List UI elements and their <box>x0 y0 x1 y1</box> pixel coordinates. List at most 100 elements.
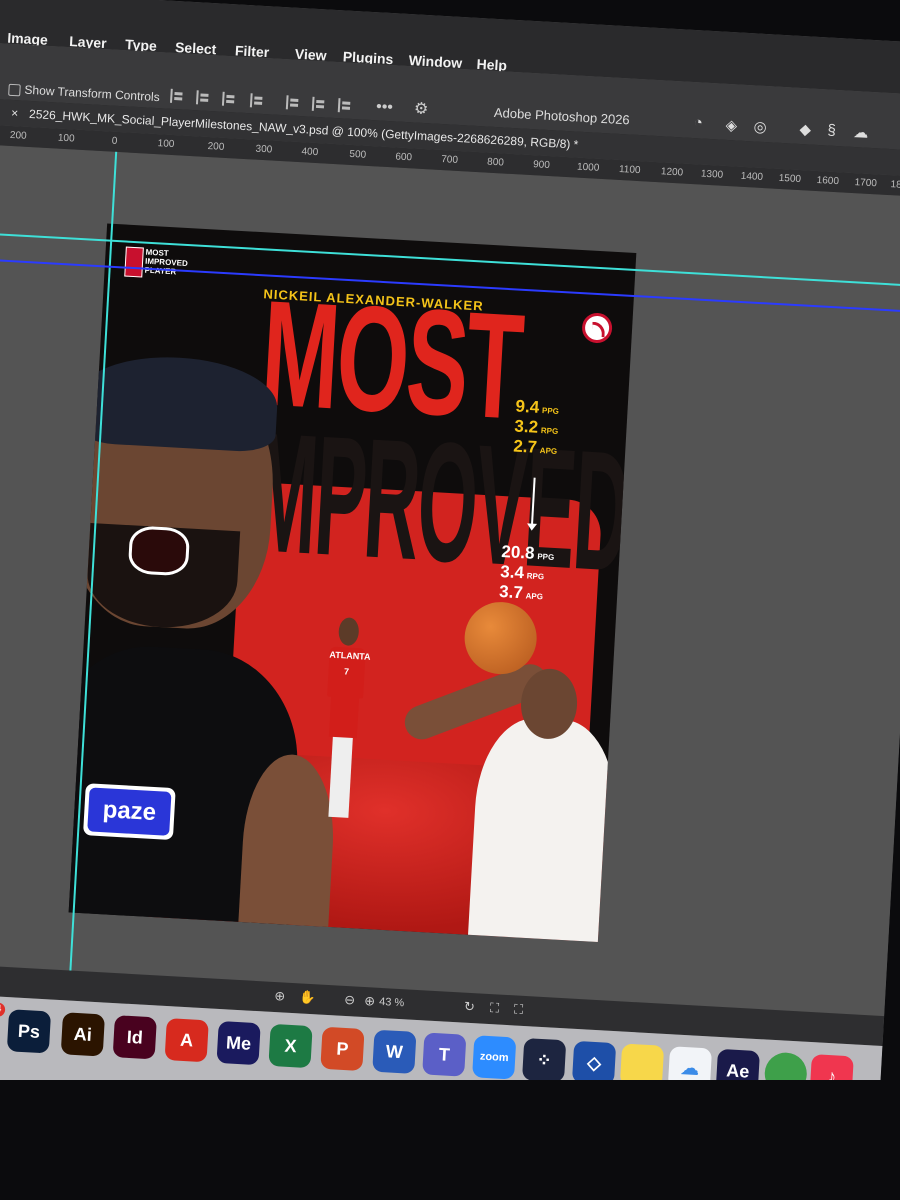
stat-before-rpg: 3.2 RPG <box>513 416 559 437</box>
standing-player-legs <box>328 736 353 818</box>
dock-excel-icon[interactable]: X <box>268 1023 313 1069</box>
artboard[interactable]: MOST IMPROVED PLAYER NICKEIL ALEXANDER-W… <box>68 223 637 942</box>
dock-icloud-label: ☁ <box>680 1057 700 1079</box>
dock-acrobat-icon[interactable]: A <box>164 1018 209 1063</box>
ruler-tick: 1700 <box>854 177 878 190</box>
ruler-tick: 0 <box>111 135 118 147</box>
align-top-icon[interactable] <box>285 95 301 111</box>
monitor: Image Layer Type Select Filter View Plug… <box>0 0 900 1080</box>
ruler-tick: 600 <box>395 151 413 164</box>
screen: Image Layer Type Select Filter View Plug… <box>0 0 900 1080</box>
align-center-icon[interactable] <box>195 90 211 106</box>
zoom-in-icon[interactable]: ⊕ <box>274 988 286 1005</box>
ruler-tick: 1500 <box>778 172 802 186</box>
ruler-tick: 100 <box>157 138 175 151</box>
standing-player-head <box>337 617 360 647</box>
app-title: Adobe Photoshop 2026 <box>493 104 631 128</box>
align-left-icon[interactable] <box>170 88 185 104</box>
stat-before-ppg: 9.4 PPG <box>515 396 560 417</box>
dock-launchpad-icon[interactable]: ⁘ <box>522 1038 567 1080</box>
hawks-logo-icon <box>581 312 613 344</box>
distribute-icon[interactable] <box>249 93 265 109</box>
dock-zoom-label: zoom <box>479 1050 509 1065</box>
canvas-area[interactable]: MOST IMPROVED PLAYER NICKEIL ALEXANDER-W… <box>0 143 900 1017</box>
shooter-jersey <box>467 715 621 942</box>
dock-teams-icon[interactable]: T <box>422 1032 467 1077</box>
dock-powerpoint-label: P <box>335 1038 350 1060</box>
dock-after-effects-label: Ae <box>725 1060 750 1080</box>
dock-photoshop-icon[interactable]: Ps <box>6 1009 52 1054</box>
dock-indesign-icon[interactable]: Id <box>112 1015 157 1060</box>
screen-mode-icon[interactable]: ⛶ <box>513 1001 524 1017</box>
ruler-tick: 800 <box>486 156 505 169</box>
ruler-tick: 1400 <box>740 170 764 183</box>
dock-word-icon[interactable]: W <box>372 1029 417 1074</box>
zoom-minus-icon[interactable]: ⊖ <box>344 992 356 1009</box>
close-icon[interactable]: × <box>11 106 19 120</box>
ruler-tick: 700 <box>440 154 459 166</box>
headline-improved: IMPROVED <box>229 396 633 608</box>
jersey-text: ATLANTA <box>329 649 371 662</box>
frame-icon[interactable]: ⛶ <box>490 1000 500 1016</box>
nba-logo-icon <box>124 246 144 278</box>
dock-launchpad-label: ⁘ <box>536 1049 553 1071</box>
ruler-tick: 300 <box>255 143 273 156</box>
dock-music-icon[interactable]: ♪ <box>809 1054 854 1080</box>
tray-s-icon[interactable]: § <box>827 122 836 139</box>
transform-checkbox[interactable] <box>8 83 21 97</box>
dock-word-label: W <box>385 1041 404 1063</box>
dock-zoom-icon[interactable]: zoom <box>472 1035 517 1080</box>
more-options-icon[interactable]: ••• <box>376 98 394 117</box>
dock-media-encoder-icon[interactable]: Me <box>216 1020 261 1066</box>
dock-indesign-label: Id <box>126 1026 144 1048</box>
gear-icon[interactable]: ⚙ <box>414 98 429 119</box>
tray-cloud-icon[interactable]: ☁ <box>853 123 869 142</box>
ruler-tick: 100 <box>57 132 75 145</box>
ruler-tick: 500 <box>349 148 367 161</box>
align-bottom-icon[interactable] <box>337 98 353 113</box>
stat-after-apg: 3.7 APG <box>498 581 544 603</box>
dock-powerpoint-icon[interactable]: P <box>320 1026 365 1072</box>
ruler-tick: 1800 <box>890 179 900 192</box>
tray-shield-icon[interactable]: ◆ <box>799 120 812 139</box>
stat-before-apg: 2.7 APG <box>512 436 558 457</box>
sponsor-text: paze <box>87 787 172 836</box>
sponsor-patch: paze <box>82 783 176 841</box>
standing-player-jersey: ATLANTA 7 <box>327 646 371 699</box>
ruler-tick: 200 <box>9 129 27 142</box>
zoom-plus-icon[interactable]: ⊕ <box>364 993 376 1010</box>
dock-illustrator-icon[interactable]: Ai <box>60 1012 106 1057</box>
dock-after-effects-icon[interactable]: Ae <box>715 1048 760 1080</box>
ruler-tick: 1600 <box>816 175 840 188</box>
tray-globe-icon[interactable]: ◎ <box>753 117 767 136</box>
dock-media-encoder-label: Me <box>225 1032 252 1054</box>
stat-after-rpg: 3.4 RPG <box>499 561 545 583</box>
player-durag <box>74 352 280 454</box>
dock-music-label: ♪ <box>826 1066 837 1080</box>
dock-icloud-icon[interactable]: ☁ <box>667 1046 713 1080</box>
zoom-level[interactable]: 43 % <box>379 996 405 1009</box>
dock-chrome-icon[interactable] <box>763 1051 808 1080</box>
ruler-tick: 1300 <box>700 168 724 181</box>
dock-excel-label: X <box>283 1035 298 1057</box>
standing-player-shorts <box>328 696 360 739</box>
dock-teams-label: T <box>438 1044 451 1065</box>
outlook-badge: 214 <box>0 1001 6 1017</box>
dock-xcode-icon[interactable]: ◇ <box>571 1040 617 1080</box>
ruler-tick: 1100 <box>618 163 641 177</box>
award-logo-text: MOST IMPROVED PLAYER <box>144 247 188 277</box>
align-middle-icon[interactable] <box>311 96 327 112</box>
ruler-tick: 1200 <box>660 166 684 179</box>
ruler-tick: 900 <box>532 159 551 172</box>
dock-photoshop-label: Ps <box>17 1020 41 1042</box>
hand-icon[interactable]: ✋ <box>299 989 316 1006</box>
jersey-number: 7 <box>343 666 350 677</box>
rotate-icon[interactable]: ↻ <box>464 999 476 1016</box>
align-right-icon[interactable] <box>221 91 237 107</box>
dock-notes-icon[interactable] <box>619 1043 665 1080</box>
dock-acrobat-label: A <box>179 1029 194 1051</box>
tray-share-icon[interactable]: ◈ <box>725 116 738 135</box>
dock-illustrator-label: Ai <box>73 1023 93 1045</box>
tray-sync-icon[interactable]: ◔ <box>693 114 703 131</box>
ruler-tick: 1000 <box>576 161 600 174</box>
